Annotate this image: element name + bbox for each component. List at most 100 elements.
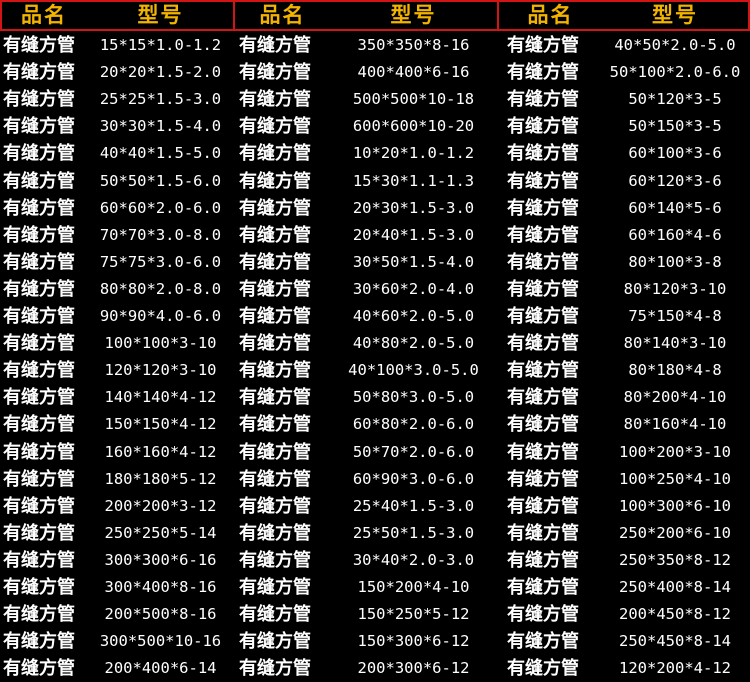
product-name-cell: 有缝方管 <box>239 62 311 84</box>
table-row: 有缝方管 15*15*1.0-1.2 有缝方管 350*350*8-16 有缝方管 40*… <box>0 32 750 59</box>
spec-cell: 30*30*1.5-4.0 <box>99 117 222 136</box>
spec-cell: 300*400*8-16 <box>104 578 217 596</box>
product-name-cell: 有缝方管 <box>3 143 75 165</box>
spec-cell: 30*50*1.5-4.0 <box>352 252 475 271</box>
product-name-cell: 有缝方管 <box>507 522 579 544</box>
spec-cell: 20*30*1.5-3.0 <box>352 198 475 217</box>
product-name-cell: 有缝方管 <box>3 549 75 571</box>
product-name-cell: 有缝方管 <box>239 89 311 111</box>
product-name-cell: 有缝方管 <box>239 278 311 300</box>
product-name-cell: 有缝方管 <box>3 278 75 300</box>
spec-cell: 200*200*3-12 <box>104 496 217 515</box>
spec-cell: 200*500*8-16 <box>104 605 217 624</box>
product-name-cell: 有缝方管 <box>3 224 75 246</box>
product-name-cell: 有缝方管 <box>239 35 311 56</box>
product-name-cell: 有缝方管 <box>507 224 579 246</box>
table-row: 有缝方管 90*90*4.0-6.0 有缝方管 40*60*2.0-5.0 有缝方管 75… <box>0 303 750 330</box>
product-name-cell: 有缝方管 <box>507 549 579 571</box>
table-row: 有缝方管 150*150*4-12 有缝方管 60*80*2.0-6.0 有缝方管 80*… <box>0 411 750 438</box>
spec-cell: 60*160*4-6 <box>628 225 722 244</box>
product-name-cell: 有缝方管 <box>239 224 311 246</box>
table-row: 有缝方管 75*75*3.0-6.0 有缝方管 30*50*1.5-4.0 有缝方管 80… <box>0 249 750 276</box>
product-name-cell: 有缝方管 <box>3 35 75 56</box>
product-name-cell: 有缝方管 <box>3 251 75 273</box>
product-name-cell: 有缝方管 <box>239 116 311 138</box>
product-name-cell: 有缝方管 <box>3 387 75 409</box>
spec-cell: 150*150*4-12 <box>104 415 217 434</box>
table-row: 有缝方管 300*500*10-16 有缝方管 150*300*6-12 有缝方管 250… <box>0 628 750 655</box>
spec-cell: 30*40*2.0-3.0 <box>352 550 475 569</box>
product-name-cell: 有缝方管 <box>239 387 311 409</box>
product-name-cell: 有缝方管 <box>3 604 75 626</box>
product-name-cell: 有缝方管 <box>507 306 579 327</box>
product-name-cell: 有缝方管 <box>507 278 579 300</box>
product-name-cell: 有缝方管 <box>507 170 579 192</box>
spec-cell: 160*160*4-12 <box>104 442 217 461</box>
spec-cell: 90*90*4.0-6.0 <box>99 307 222 325</box>
header-name: 品名 <box>259 3 306 27</box>
spec-cell: 20*40*1.5-3.0 <box>352 225 475 244</box>
spec-cell: 200*450*8-12 <box>619 605 731 624</box>
product-name-cell: 有缝方管 <box>239 441 311 463</box>
product-name-cell: 有缝方管 <box>239 251 311 273</box>
product-name-cell: 有缝方管 <box>507 631 579 653</box>
product-name-cell: 有缝方管 <box>3 522 75 544</box>
spec-cell: 20*20*1.5-2.0 <box>99 63 222 82</box>
product-name-cell: 有缝方管 <box>3 197 75 219</box>
spec-cell: 140*140*4-12 <box>104 388 217 407</box>
product-name-cell: 有缝方管 <box>239 468 311 490</box>
spec-cell: 10*20*1.0-1.2 <box>352 144 475 163</box>
spec-cell: 25*25*1.5-3.0 <box>99 90 222 109</box>
spec-cell: 80*180*4-8 <box>628 361 722 380</box>
product-name-cell: 有缝方管 <box>239 143 311 165</box>
spec-cell: 80*100*3-8 <box>628 252 722 271</box>
spec-cell: 100*300*6-10 <box>619 496 731 515</box>
table-row: 有缝方管 300*300*6-16 有缝方管 30*40*2.0-3.0 有缝方管 250… <box>0 547 750 574</box>
spec-cell: 150*250*5-12 <box>357 605 470 624</box>
spec-cell: 250*400*8-14 <box>619 578 731 596</box>
spec-cell: 80*200*4-10 <box>623 388 727 407</box>
product-name-cell: 有缝方管 <box>3 441 75 463</box>
product-name-cell: 有缝方管 <box>507 35 579 56</box>
product-name-cell: 有缝方管 <box>3 631 75 653</box>
spec-cell: 40*100*3.0-5.0 <box>348 361 479 380</box>
table-row: 有缝方管 200*200*3-12 有缝方管 25*40*1.5-3.0 有缝方管 100… <box>0 493 750 520</box>
spec-cell: 40*40*1.5-5.0 <box>99 144 222 163</box>
spec-cell: 80*160*4-10 <box>623 415 727 434</box>
spec-cell: 150*300*6-12 <box>357 632 470 651</box>
spec-cell: 15*15*1.0-1.2 <box>99 36 222 54</box>
table-row: 有缝方管 200*500*8-16 有缝方管 150*250*5-12 有缝方管 200*… <box>0 601 750 628</box>
spec-cell: 500*500*10-18 <box>352 90 475 109</box>
spec-cell: 80*140*3-10 <box>623 334 727 353</box>
product-name-cell: 有缝方管 <box>3 577 75 598</box>
spec-cell: 250*450*8-14 <box>619 632 731 651</box>
spec-cell: 600*600*10-20 <box>352 117 475 136</box>
table-row: 有缝方管 70*70*3.0-8.0 有缝方管 20*40*1.5-3.0 有缝方管 60… <box>0 222 750 249</box>
spec-cell: 60*90*3.0-6.0 <box>352 469 475 488</box>
spec-cell: 300*500*10-16 <box>99 632 222 651</box>
header-bottom-border <box>0 29 750 31</box>
product-name-cell: 有缝方管 <box>3 333 75 355</box>
spec-cell: 50*120*3-5 <box>628 90 722 109</box>
header-spec: 型号 <box>390 3 437 27</box>
spec-cell: 60*100*3-6 <box>628 144 722 163</box>
product-name-cell: 有缝方管 <box>239 604 311 626</box>
product-name-cell: 有缝方管 <box>507 468 579 490</box>
spec-cell: 50*50*1.5-6.0 <box>99 171 222 190</box>
product-name-cell: 有缝方管 <box>239 306 311 327</box>
spec-cell: 60*120*3-6 <box>628 171 722 190</box>
product-name-cell: 有缝方管 <box>239 495 311 517</box>
spec-cell: 60*60*2.0-6.0 <box>99 198 222 217</box>
spec-cell: 250*250*5-14 <box>104 523 217 542</box>
table-row: 有缝方管 25*25*1.5-3.0 有缝方管 500*500*10-18 有缝方管 50… <box>0 86 750 113</box>
product-name-cell: 有缝方管 <box>3 62 75 84</box>
spec-cell: 100*250*4-10 <box>619 469 731 488</box>
product-name-cell: 有缝方管 <box>239 522 311 544</box>
product-name-cell: 有缝方管 <box>507 251 579 273</box>
table-row: 有缝方管 50*50*1.5-6.0 有缝方管 15*30*1.1-1.3 有缝方管 60… <box>0 168 750 195</box>
spec-cell: 50*70*2.0-6.0 <box>352 442 475 461</box>
table-row: 有缝方管 20*20*1.5-2.0 有缝方管 400*400*6-16 有缝方管 50*… <box>0 59 750 86</box>
spec-cell: 40*60*2.0-5.0 <box>352 307 475 325</box>
spec-cell: 50*150*3-5 <box>628 117 722 136</box>
product-name-cell: 有缝方管 <box>507 360 579 382</box>
